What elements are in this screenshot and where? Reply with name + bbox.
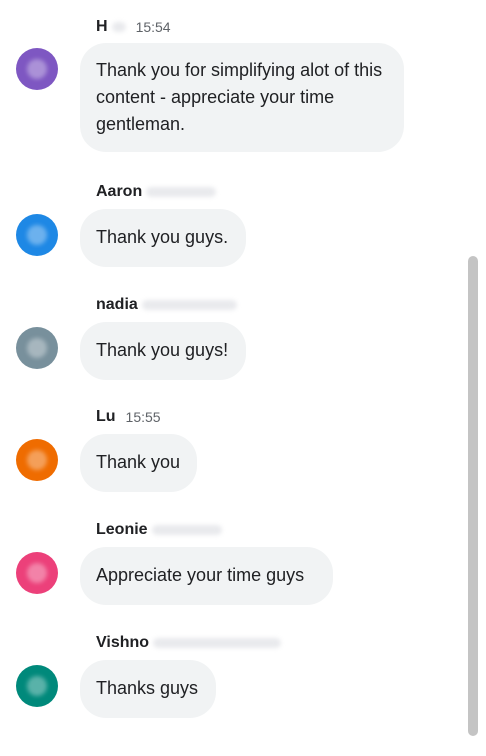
message-header: H 15:54 — [96, 17, 171, 37]
message-time: 15:54 — [135, 19, 171, 35]
message-header: Leonie — [96, 520, 222, 540]
chat-message-list: H 15:54 Thank you for simplifying alot o… — [0, 0, 486, 756]
sender-name: nadia — [96, 296, 138, 313]
sender-name: Aaron — [96, 183, 143, 200]
message-bubble: Thank you — [80, 434, 197, 492]
message-bubble: Thank you guys. — [80, 209, 246, 267]
redacted-name-blur — [146, 187, 217, 197]
scrollbar-thumb[interactable] — [468, 256, 478, 736]
avatar[interactable] — [16, 552, 58, 594]
message-bubble: Thank you guys! — [80, 322, 246, 380]
redacted-name-blur — [111, 22, 126, 32]
message-bubble: Appreciate your time guys — [80, 547, 333, 605]
message-bubble: Thanks guys — [80, 660, 216, 718]
sender-name: Leonie — [96, 521, 148, 538]
message-header: Aaron — [96, 182, 217, 202]
redacted-name-blur — [151, 525, 222, 535]
sender-name: Vishno — [96, 634, 150, 651]
sender-name: H — [96, 18, 108, 35]
redacted-name-blur — [153, 638, 282, 648]
avatar[interactable] — [16, 665, 58, 707]
message-header: nadia — [96, 295, 237, 315]
redacted-name-blur — [141, 300, 237, 310]
sender-name: Lu — [96, 408, 116, 425]
avatar[interactable] — [16, 214, 58, 256]
message-header: Vishno — [96, 633, 282, 653]
message-time: 15:55 — [125, 409, 161, 425]
avatar[interactable] — [16, 48, 58, 90]
avatar[interactable] — [16, 439, 58, 481]
message-header: Lu 15:55 — [96, 407, 161, 427]
message-bubble: Thank you for simplifying alot of this c… — [80, 43, 404, 152]
avatar[interactable] — [16, 327, 58, 369]
